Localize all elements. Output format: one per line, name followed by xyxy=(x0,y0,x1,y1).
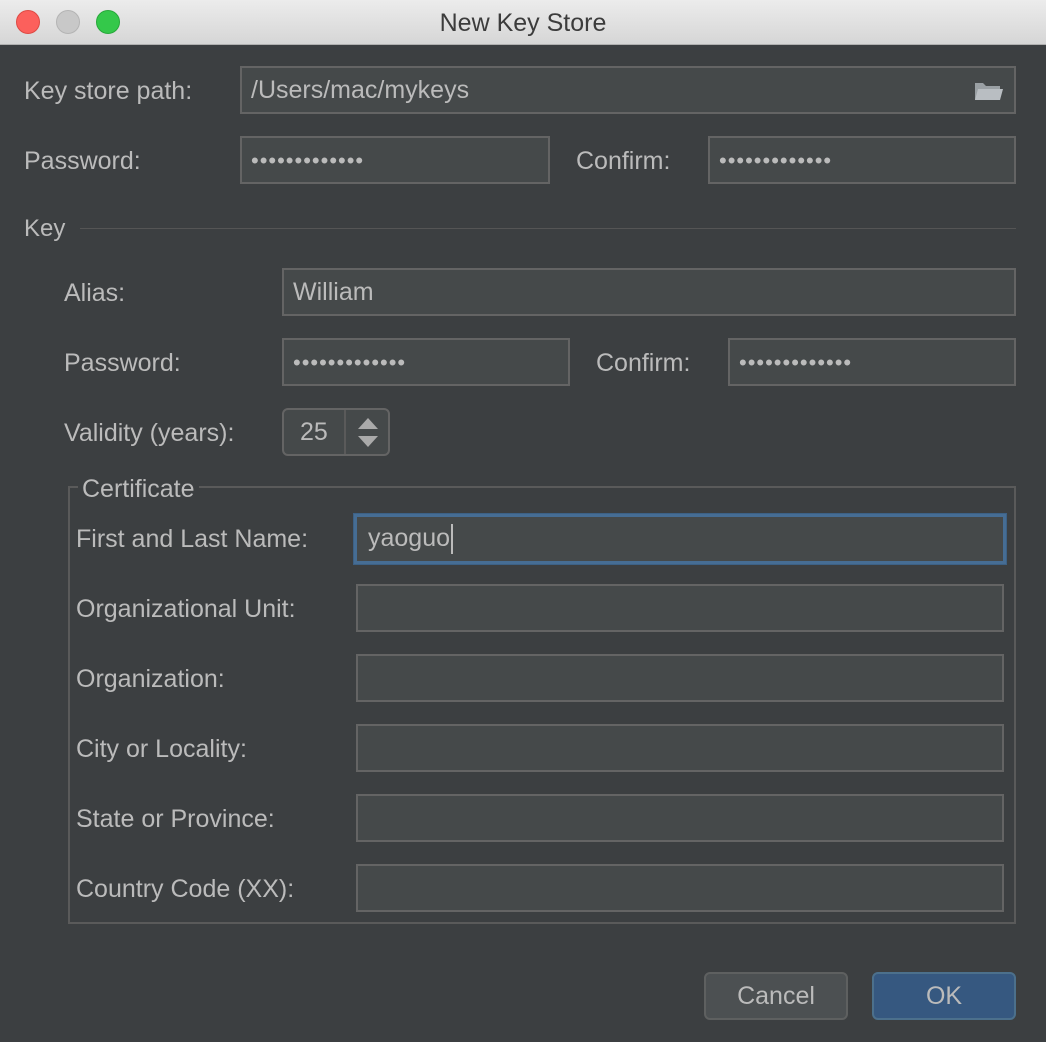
text-caret xyxy=(451,524,454,555)
key-section-divider xyxy=(80,228,1016,229)
key-section-label: Key xyxy=(24,215,66,242)
keystore-password-value: ••••••••••••• xyxy=(251,148,365,173)
country-code-input[interactable] xyxy=(356,864,1004,912)
keystore-password-input[interactable]: ••••••••••••• xyxy=(240,136,550,184)
key-password-input[interactable]: ••••••••••••• xyxy=(282,338,570,386)
spinner-divider xyxy=(344,410,346,454)
key-password-value: ••••••••••••• xyxy=(293,350,407,375)
cancel-button[interactable]: Cancel xyxy=(704,972,848,1020)
validity-label: Validity (years): xyxy=(64,419,235,447)
first-last-name-label: First and Last Name: xyxy=(76,525,309,553)
city-label: City or Locality: xyxy=(76,735,247,763)
first-last-name-input[interactable]: yaoguo xyxy=(354,514,1006,564)
validity-value: 25 xyxy=(300,418,328,446)
window-title: New Key Store xyxy=(439,9,607,37)
keystore-confirm-label: Confirm: xyxy=(576,147,671,175)
keystore-confirm-input[interactable]: ••••••••••••• xyxy=(708,136,1016,184)
state-label: State or Province: xyxy=(76,805,275,833)
ok-button[interactable]: OK xyxy=(872,972,1016,1020)
city-input[interactable] xyxy=(356,724,1004,772)
keystore-path-label: Key store path: xyxy=(24,77,193,105)
organization-input[interactable] xyxy=(356,654,1004,702)
alias-value: William xyxy=(293,278,374,306)
keystore-path-input[interactable]: /Users/mac/mykeys xyxy=(240,66,1016,114)
organizational-unit-input[interactable] xyxy=(356,584,1004,632)
keystore-confirm-value: ••••••••••••• xyxy=(719,148,833,173)
alias-label: Alias: xyxy=(64,279,126,307)
country-code-label: Country Code (XX): xyxy=(76,875,295,903)
organization-label: Organization: xyxy=(76,665,225,693)
certificate-title: Certificate xyxy=(78,474,199,504)
decrement-arrow-icon[interactable] xyxy=(358,436,378,447)
keystore-password-label: Password: xyxy=(24,147,141,175)
key-password-label: Password: xyxy=(64,349,181,377)
key-confirm-value: ••••••••••••• xyxy=(739,350,853,375)
validity-spinner[interactable]: 25 xyxy=(282,408,390,456)
keystore-path-value: /Users/mac/mykeys xyxy=(251,76,470,104)
title-bar: New Key Store xyxy=(0,0,1046,45)
alias-input[interactable]: William xyxy=(282,268,1016,316)
key-confirm-label: Confirm: xyxy=(596,349,691,377)
increment-arrow-icon[interactable] xyxy=(358,418,378,429)
folder-icon[interactable] xyxy=(974,80,1004,102)
key-confirm-input[interactable]: ••••••••••••• xyxy=(728,338,1016,386)
organizational-unit-label: Organizational Unit: xyxy=(76,595,296,623)
state-input[interactable] xyxy=(356,794,1004,842)
first-last-name-value: yaoguo xyxy=(368,524,451,552)
